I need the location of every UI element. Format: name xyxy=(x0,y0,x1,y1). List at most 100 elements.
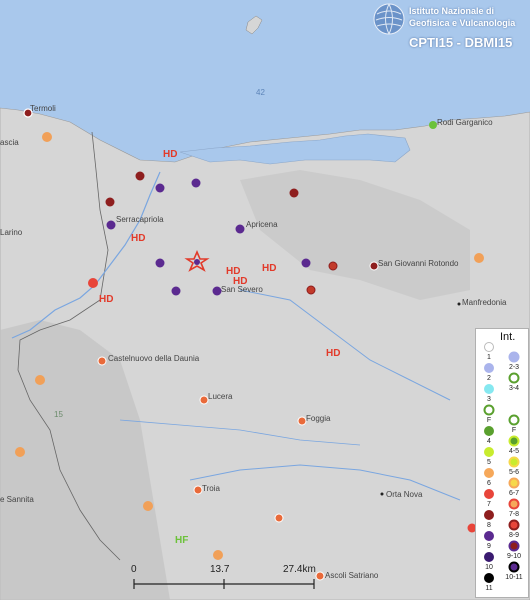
obs-point[interactable] xyxy=(457,302,461,306)
legend-label-left: 2 xyxy=(487,375,491,382)
legend-symbol-right xyxy=(508,561,520,573)
legend-symbol-right xyxy=(508,351,520,363)
place-label-foggia: Foggia xyxy=(306,414,331,423)
place-label-san-giovanni-rotondo: San Giovanni Rotondo xyxy=(378,259,459,268)
legend-symbol-left xyxy=(484,426,494,436)
map-base xyxy=(0,0,530,600)
obs-point[interactable] xyxy=(135,171,145,181)
obs-point[interactable] xyxy=(328,261,338,271)
obs-point[interactable] xyxy=(306,285,316,295)
scale-label-end: 27.4km xyxy=(283,564,316,575)
legend-label-right: 5-6 xyxy=(509,469,519,476)
legend-label-right: 3-4 xyxy=(509,385,519,392)
legend-label-right: 7-8 xyxy=(509,511,519,518)
obs-point[interactable] xyxy=(97,356,107,366)
legend-label-right: F xyxy=(512,427,516,434)
legend-symbol-left xyxy=(484,573,494,583)
legend-symbol-right xyxy=(508,456,520,468)
place-label-manfredonia: Manfredonia xyxy=(462,298,507,307)
obs-point[interactable] xyxy=(301,258,311,268)
obs-point[interactable] xyxy=(35,375,45,385)
place-label-rodi-garganico: Rodi Garganico xyxy=(437,118,493,127)
obs-point[interactable] xyxy=(106,220,116,230)
obs-point[interactable] xyxy=(213,550,223,560)
legend-label-left: 7 xyxy=(487,501,491,508)
edge-label-sannita: e Sannita xyxy=(0,495,34,504)
legend-label-right: 6-7 xyxy=(509,490,519,497)
edge-label-larino: Larino xyxy=(0,228,23,237)
obs-point[interactable] xyxy=(297,416,307,426)
legend-label-left: 1 xyxy=(487,354,491,361)
hd-marker: HD xyxy=(131,233,146,244)
obs-point[interactable] xyxy=(199,395,209,405)
scale-bar: 0 13.7 27.4km xyxy=(128,564,328,594)
obs-point[interactable] xyxy=(474,253,484,263)
hd-marker: HD xyxy=(233,276,248,287)
legend-label-left: F xyxy=(487,417,491,424)
legend-label-left: 5 xyxy=(487,459,491,466)
place-label-castelnuovo-della-daunia: Castelnuovo della Daunia xyxy=(108,354,200,363)
legend-symbol-left xyxy=(484,510,494,520)
legend-label-right: 4-5 xyxy=(509,448,519,455)
legend-symbol-right xyxy=(508,477,520,489)
place-label-ascoli-satriano: Ascoli Satriano xyxy=(325,571,379,580)
hd-marker: HD xyxy=(262,263,277,274)
obs-point[interactable] xyxy=(171,286,181,296)
obs-point[interactable] xyxy=(15,447,25,457)
hd-marker: HD xyxy=(326,348,341,359)
region-number-label: 15 xyxy=(54,410,63,419)
legend-symbol-left xyxy=(484,489,494,499)
legend-label-right: 10-11 xyxy=(505,574,522,581)
obs-point[interactable] xyxy=(193,485,203,495)
legend-symbol-left xyxy=(484,384,494,394)
scale-label-0: 0 xyxy=(131,564,137,575)
legend-label-left: 6 xyxy=(487,480,491,487)
legend-label-left: 9 xyxy=(487,543,491,550)
obs-point[interactable] xyxy=(155,183,165,193)
legend-symbol-right xyxy=(508,498,520,510)
legend-symbol-left xyxy=(484,342,494,352)
legend-symbol-right xyxy=(508,435,520,447)
legend-symbol-right xyxy=(508,372,520,384)
obs-point[interactable] xyxy=(289,188,299,198)
obs-point[interactable] xyxy=(380,492,384,496)
obs-point[interactable] xyxy=(143,501,153,511)
legend-symbol-left xyxy=(484,447,494,457)
obs-point[interactable] xyxy=(274,513,284,523)
obs-point[interactable] xyxy=(191,178,201,188)
legend-symbol-left xyxy=(484,468,494,478)
map-header: Istituto Nazionale di Geofisica e Vulcan… xyxy=(372,2,528,52)
place-label-troia: Troia xyxy=(202,484,220,493)
ingv-globe-logo xyxy=(373,3,405,35)
hd-marker: HD xyxy=(99,294,114,305)
legend-label-right: 8-9 xyxy=(509,532,519,539)
obs-point[interactable] xyxy=(429,121,437,129)
legend-label-left: 10 xyxy=(485,564,493,571)
hf-marker: HF xyxy=(175,535,189,546)
place-label-termoli: Termoli xyxy=(30,104,56,113)
legend-label-left: 11 xyxy=(485,585,492,592)
place-label-lucera: Lucera xyxy=(208,392,233,401)
intensity-legend: Int. 1 2 3 F 4 5 6 7 8 9 10 11 2-3 3-4 F 4-5 5-6 6-7 7-8 8-… xyxy=(475,328,529,598)
legend-label-right: 2-3 xyxy=(509,364,519,371)
institute-name-line2: Geofisica e Vulcanologia xyxy=(409,18,516,28)
seismic-intensity-map: 42 15 Termoli Rodi Garganico Serracaprio… xyxy=(0,0,530,600)
obs-point[interactable] xyxy=(155,258,165,268)
legend-symbol-left xyxy=(484,552,494,562)
obs-point[interactable] xyxy=(369,261,379,271)
legend-symbol-left xyxy=(484,531,494,541)
place-label-orta-nova: Orta Nova xyxy=(386,490,423,499)
legend-label-right: 9-10 xyxy=(507,553,521,560)
scale-label-mid: 13.7 xyxy=(210,564,230,575)
obs-point[interactable] xyxy=(235,224,245,234)
obs-point[interactable] xyxy=(42,132,52,142)
obs-point[interactable] xyxy=(88,278,98,288)
legend-label-left: 8 xyxy=(487,522,491,529)
catalog-title: CPTI15 - DBMI15 xyxy=(409,35,513,50)
legend-symbol-right xyxy=(508,519,520,531)
legend-symbol-left xyxy=(483,404,495,416)
edge-label-ascia: ascia xyxy=(0,138,19,147)
obs-point[interactable] xyxy=(105,197,115,207)
legend-symbol-right xyxy=(508,414,520,426)
institute-name-line1: Istituto Nazionale di xyxy=(409,6,495,16)
